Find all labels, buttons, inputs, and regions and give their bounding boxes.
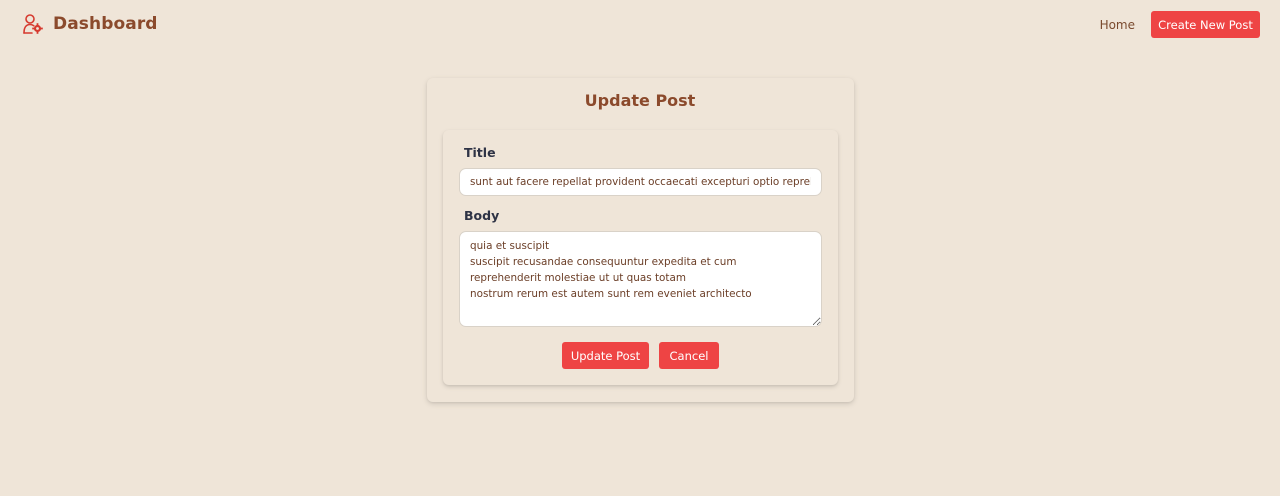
user-gear-icon <box>23 14 43 34</box>
create-new-post-button[interactable]: Create New Post <box>1151 11 1260 38</box>
page-title: Update Post <box>584 91 696 110</box>
brand-title: Dashboard <box>53 14 158 34</box>
body-textarea[interactable]: quia et suscipit suscipit recusandae con… <box>459 231 822 327</box>
update-post-button[interactable]: Update Post <box>562 342 649 369</box>
navbar: Dashboard Home Create New Post <box>0 0 1280 48</box>
title-label: Title <box>464 145 496 160</box>
body-label: Body <box>464 208 500 223</box>
nav-actions: Home Create New Post <box>1100 11 1260 38</box>
title-input[interactable] <box>459 168 822 196</box>
brand[interactable]: Dashboard <box>22 12 158 36</box>
cancel-button[interactable]: Cancel <box>659 342 719 369</box>
home-link[interactable]: Home <box>1100 18 1135 32</box>
